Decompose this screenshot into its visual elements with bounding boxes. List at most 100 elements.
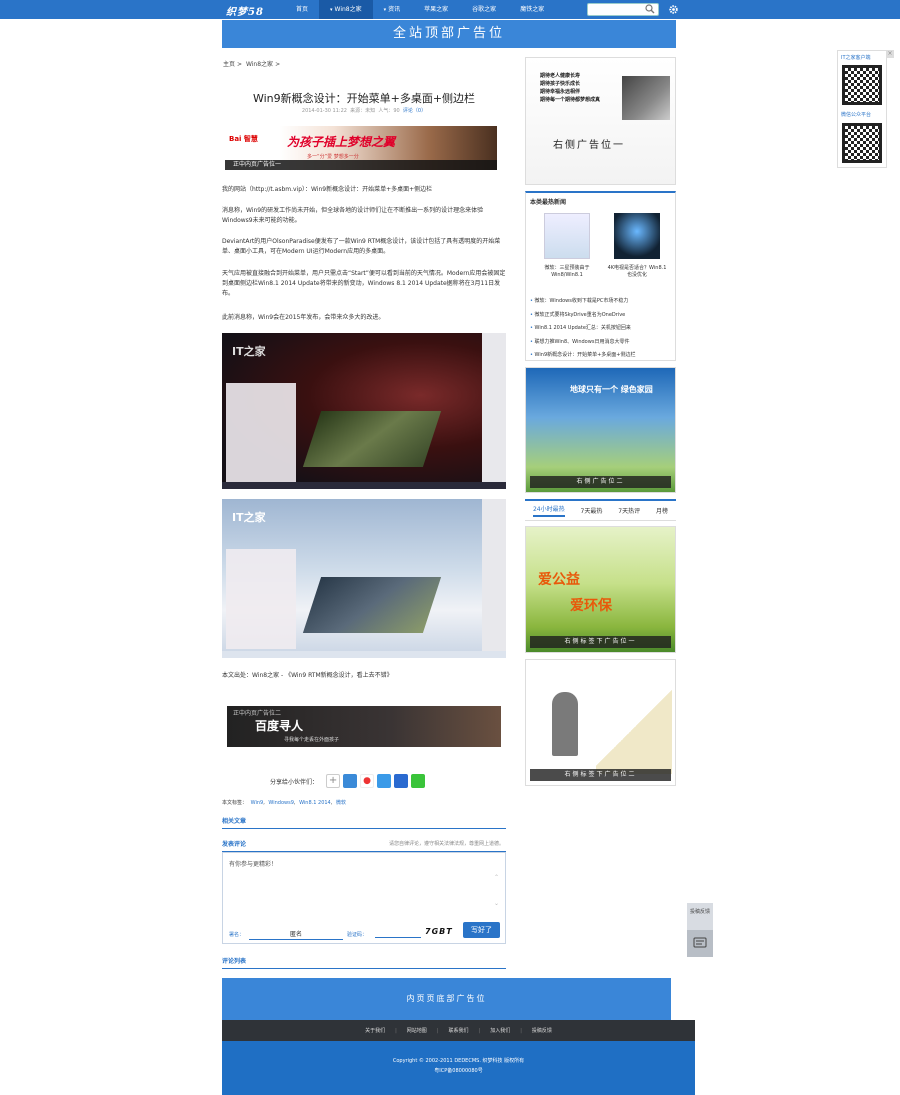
article-screenshot-1: IT之家	[222, 333, 506, 489]
breadcrumb-home[interactable]: 主页	[223, 61, 235, 68]
qr-label-app: IT之家客户端	[841, 55, 871, 61]
footer-nav: 关于我们 | 网站地图 | 联系我们 | 加入我们 | 投稿反馈	[222, 1020, 695, 1041]
elder-illustration	[552, 692, 578, 756]
ad-caption: 右侧标签下广告位二	[530, 769, 671, 781]
share-wechat-icon[interactable]	[411, 774, 426, 788]
qr-code-app	[842, 65, 882, 105]
breadcrumb-win8[interactable]: Win8之家	[246, 61, 273, 68]
share-bar: 分享给小伙伴们： + ●	[270, 774, 428, 788]
taskbar	[222, 482, 506, 489]
feedback-button[interactable]: 投稿反馈	[687, 903, 713, 930]
footer-link[interactable]: 投稿反馈	[532, 1027, 552, 1034]
nav-item-apple[interactable]: 苹果之家	[411, 0, 459, 19]
sidebar-ad-1[interactable]: 期待老人健康长寿 期待孩子快乐成长 期待幸福永远相伴 期待每一个期待都梦想成真 …	[525, 57, 676, 185]
icp-number[interactable]: 粤ICP备08000080号	[222, 1066, 695, 1076]
hot-news-panel: 本类最热新闻 微软：三星预装由于Win8/Win8.1 4K电视是否适合？Win…	[525, 191, 676, 361]
chat-icon[interactable]	[687, 930, 713, 957]
footer-link[interactable]: 加入我们	[490, 1027, 510, 1034]
desktop-tiles	[302, 411, 442, 467]
captcha-image[interactable]: 7GBT	[425, 927, 453, 936]
it-home-watermark: IT之家	[232, 511, 266, 524]
sidebar-ad-4[interactable]: 右侧标签下广告位二	[525, 659, 676, 786]
list-item[interactable]: 联想力推Win8、Windows日用消息大零件	[530, 336, 636, 350]
submit-comment-button[interactable]: 写好了	[463, 922, 500, 938]
qr-float-panel: IT之家客户端 微信公众平台	[837, 50, 887, 168]
top-banner-ad[interactable]: 全站顶部广告位	[222, 20, 676, 48]
hot-thumb-1[interactable]	[544, 213, 590, 259]
comment-textarea[interactable]: 有你参与更精彩！	[229, 859, 493, 919]
site-logo[interactable]: 织梦58	[226, 3, 264, 18]
tag-link[interactable]: Win8.1 2014	[299, 800, 331, 806]
article-meta: 2014-01-30 11:22 来源：未知 人气：90 评论（0）	[301, 108, 427, 114]
baidu-logo: Bai 智慧	[229, 135, 258, 143]
comment-scrollbar[interactable]: ⌃ ⌄	[494, 865, 499, 919]
start-menu-panel	[226, 549, 296, 649]
close-icon[interactable]: ×	[886, 50, 894, 58]
gear-icon[interactable]	[668, 4, 679, 15]
article-screenshot-2: IT之家	[222, 499, 506, 658]
share-tencent-icon[interactable]	[377, 774, 392, 788]
tab-7day-comments[interactable]: 7天热评	[618, 506, 640, 515]
copyright: Copyright © 2002-2011 DEDECMS. 织梦科技 版权所有	[392, 1058, 525, 1064]
hot-thumb-2[interactable]	[614, 213, 660, 259]
nav-item-news[interactable]: ▾ 资讯	[373, 0, 412, 19]
tag-link[interactable]: Win9	[251, 800, 264, 806]
tag-link[interactable]: 微软	[336, 800, 346, 806]
article-source: 本文出处：Win8之家 - 《Win9 RTM新概念设计，看上去不错》	[222, 672, 393, 679]
nav-item-win8[interactable]: ▾ Win8之家	[319, 0, 373, 19]
article-title: Win9新概念设计：开始菜单+多桌面+侧边栏	[252, 92, 476, 105]
nav-item-google[interactable]: 谷歌之家	[459, 0, 507, 19]
search-icon[interactable]	[645, 4, 655, 14]
ad-caption: 右侧广告位一	[553, 140, 625, 151]
footer-ad[interactable]: 内页页底部广告位	[222, 978, 671, 1020]
it-home-watermark: IT之家	[232, 345, 266, 358]
list-item[interactable]: Win9新概念设计：开始菜单+多桌面+侧边栏	[530, 349, 636, 363]
name-field[interactable]: 匿名	[249, 929, 343, 940]
start-menu-panel	[226, 383, 296, 483]
footer-link[interactable]: 关于我们	[365, 1027, 385, 1034]
tag-link[interactable]: Windows9	[268, 800, 294, 806]
comment-form: 有你参与更精彩！ ⌃ ⌄ 署名： 匿名 验证码： 7GBT 写好了	[222, 852, 506, 944]
ad-caption: 右侧广告位二	[530, 476, 671, 488]
list-item[interactable]: 微软：Windows收到下载是PC市场不稳力	[530, 295, 636, 309]
article-paragraph-2: 消息称，Win9的研发工作尚未开始，但全球各地的设计师们让在不断推出一系列的设计…	[222, 207, 484, 224]
share-renren-icon[interactable]	[394, 774, 409, 788]
hot-thumb-caption-2[interactable]: 4K电视是否适合？Win8.1也没优化	[607, 265, 667, 279]
tab-7day-hot[interactable]: 7天最热	[581, 506, 603, 515]
article-top-ad[interactable]: Bai 智慧 为孩子插上梦想之翼 多一“分”爱 梦想多一分 正中内页广告位一	[225, 126, 497, 170]
comment-heading: 发表评论 请您自律评论，遵守相关法律法规，尊重网上道德。	[222, 839, 506, 852]
article-paragraph-5: 此前消息称，Win9会在2015年发布，会带来众多大的改进。	[222, 314, 385, 321]
ad-headline: 爱公益	[538, 572, 580, 588]
tab-monthly[interactable]: 月榜	[656, 506, 668, 515]
footer-info: Copyright © 2002-2011 DEDECMS. 织梦科技 版权所有…	[222, 1041, 695, 1095]
list-item[interactable]: Win8.1 2014 Update汇总：关机按钮回来	[530, 322, 636, 336]
comment-count-link[interactable]: 评论（0）	[403, 108, 426, 114]
share-more-icon[interactable]: +	[326, 774, 341, 788]
ad-caption: 正中内页广告位一	[225, 160, 497, 170]
footer-link[interactable]: 网站地图	[407, 1027, 427, 1034]
article-paragraph-4: 天气应用被直接融合到开始菜单，用户只需点击“Start”便可以看到当前的天气情况…	[222, 270, 506, 297]
article-mid-ad[interactable]: 正中内页广告位二 百度寻人 寻我每个走丢在外面孩子	[227, 706, 501, 747]
ad-slogan: 为孩子插上梦想之翼	[287, 135, 396, 149]
related-articles-heading: 相关文章	[222, 816, 506, 829]
nav-item-moti[interactable]: 魔铁之家	[507, 0, 555, 19]
captcha-input[interactable]	[375, 929, 421, 938]
ad-caption: 右侧标签下广告位一	[530, 636, 671, 648]
nav-item-home[interactable]: 首页	[283, 0, 319, 19]
ranking-tabs: 24小时最热 7天最热 7天热评 月榜	[525, 499, 676, 521]
footer-link[interactable]: 联系我们	[448, 1027, 468, 1034]
ad-headline: 地球只有一个 绿色家园	[570, 384, 653, 394]
captcha-label: 验证码：	[347, 932, 368, 938]
tab-24h-hot[interactable]: 24小时最热	[532, 504, 565, 517]
hot-thumb-caption-1[interactable]: 微软：三星预装由于Win8/Win8.1	[537, 265, 597, 279]
list-item[interactable]: 微软正式要将SkyDrive重名为OneDrive	[530, 309, 636, 323]
sidebar-ad-3[interactable]: 爱公益 爱环保 右侧标签下广告位一	[525, 526, 676, 653]
share-qzone-icon[interactable]	[343, 774, 358, 788]
sidebar-ad-2[interactable]: 地球只有一个 绿色家园 右侧广告位二	[525, 367, 676, 493]
taskbar	[222, 651, 506, 658]
article-tags: 本文标签： Win9, Windows9, Win8.1 2014, 微软	[222, 800, 346, 806]
share-weibo-icon[interactable]: ●	[360, 774, 375, 788]
article-paragraph-3: DeviantArt的用户OlsonParadise便发布了一款Win9 RTM…	[222, 238, 501, 255]
article-paragraph-1: 我的网站（http://t.asbm.vip）：Win9新概念设计：开始菜单+多…	[222, 186, 433, 193]
ad-photo	[622, 76, 670, 120]
